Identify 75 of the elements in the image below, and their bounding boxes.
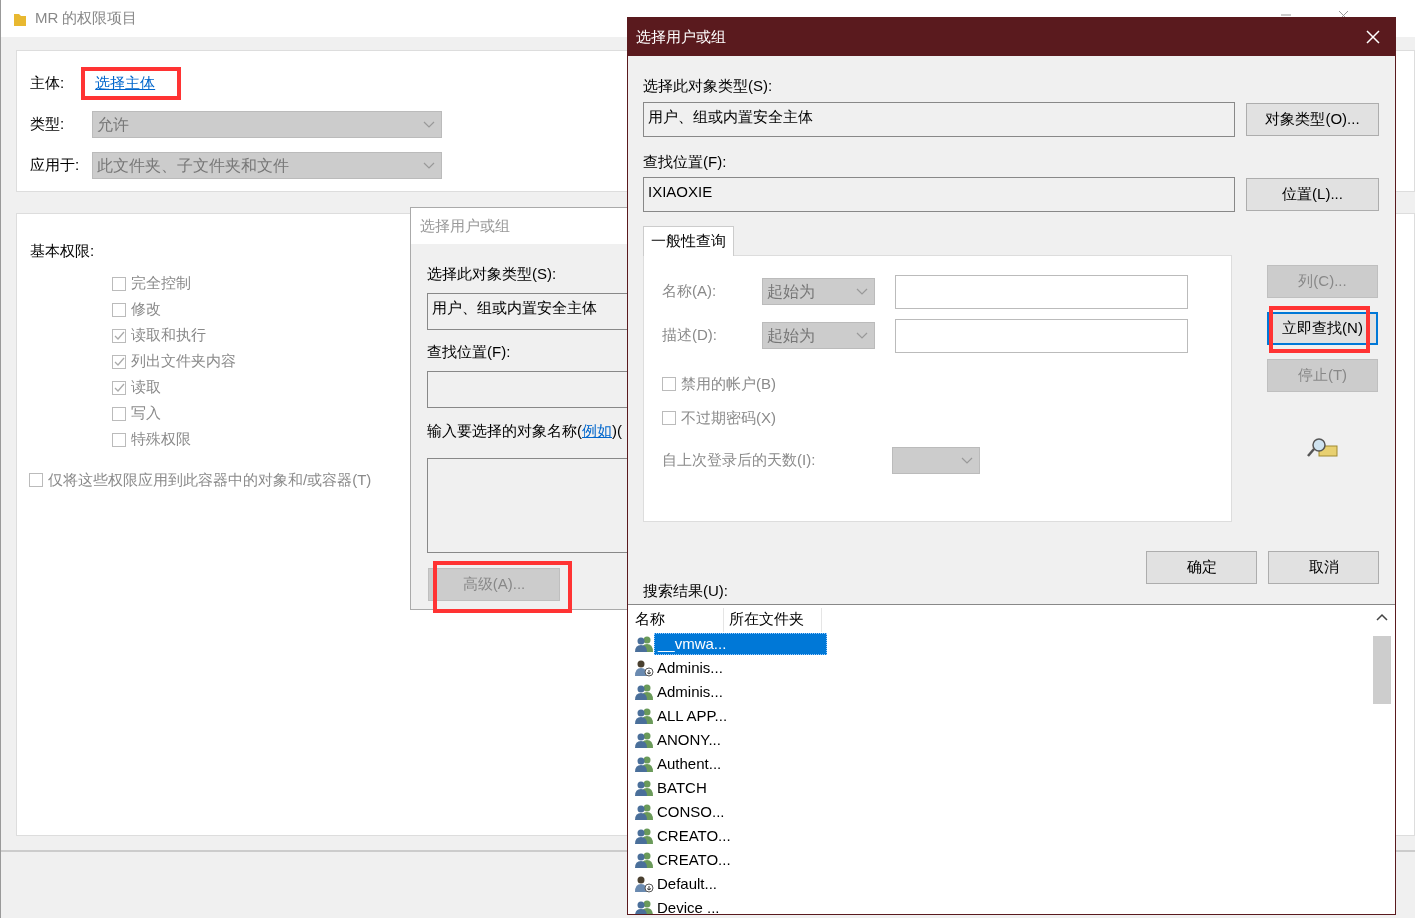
window-title: 选择用户或组: [636, 26, 726, 47]
group-icon: [634, 635, 654, 653]
group-icon: [634, 779, 654, 797]
chevron-down-icon: [961, 456, 974, 464]
result-row[interactable]: CONSO...: [628, 800, 1395, 824]
result-row[interactable]: Device ...: [628, 896, 1395, 914]
user-icon: [634, 659, 654, 677]
checkbox-label: 禁用的帐户(B): [681, 373, 776, 394]
group-icon: [634, 899, 654, 914]
field-label: 选择此对象类型(S):: [643, 76, 774, 96]
checkbox-label: 特殊权限: [131, 429, 191, 450]
checkbox-label: 读取和执行: [131, 325, 206, 346]
object-type-button[interactable]: 对象类型(O)...: [1246, 102, 1379, 136]
group-icon: [634, 851, 654, 869]
result-row[interactable]: CREATO...: [628, 824, 1395, 848]
checkbox-label: 读取: [131, 377, 161, 398]
scroll-up-icon: [1376, 612, 1388, 622]
result-row[interactable]: ANONY...: [628, 728, 1395, 752]
checkbox-label: 不过期密码(X): [681, 408, 776, 428]
object-type-field: 用户、组或内置安全主体: [643, 101, 1235, 137]
group-icon: [634, 827, 654, 845]
check-icon: [113, 383, 125, 392]
results-label: 搜索结果(U):: [643, 580, 729, 601]
chevron-down-icon: [423, 121, 435, 128]
chevron-down-icon: [856, 332, 868, 339]
chevron-down-icon: [856, 288, 868, 295]
examples-link[interactable]: 例如: [582, 422, 612, 439]
group-icon: [634, 803, 654, 821]
checkbox-label: 完全控制: [131, 273, 191, 294]
cancel-button[interactable]: 取消: [1268, 550, 1379, 584]
field-label: 选择此对象类型(S):: [427, 264, 558, 284]
result-row[interactable]: __vmwa...: [628, 632, 1395, 656]
field-label: 查找位置(F):: [427, 341, 512, 362]
checkbox-label: 列出文件夹内容: [131, 351, 236, 372]
column-header[interactable]: 所在文件夹: [724, 608, 822, 632]
result-row[interactable]: Default...: [628, 872, 1395, 896]
result-row[interactable]: CREATO...: [628, 848, 1395, 872]
column-header[interactable]: 名称: [628, 608, 724, 632]
checkbox-label: 修改: [131, 299, 161, 320]
result-row[interactable]: Adminis...: [628, 656, 1395, 680]
result-row[interactable]: BATCH: [628, 776, 1395, 800]
group-icon: [634, 707, 654, 725]
field-label: 应用于:: [30, 155, 81, 176]
checkbox-label: 仅将这些权限应用到此容器中的对象和/或容器(T): [48, 469, 372, 490]
location-field: IXIAOXIE: [643, 177, 1235, 212]
dropdown[interactable]: [892, 446, 981, 474]
text-field[interactable]: [895, 318, 1188, 353]
field-label: 自上次登录后的天数(I):: [662, 449, 816, 470]
field-label: 类型:: [30, 114, 66, 135]
check-icon: [113, 331, 125, 340]
field-label: 查找位置(F):: [643, 151, 728, 172]
location-button[interactable]: 位置(L)...: [1246, 178, 1379, 211]
text-field[interactable]: [895, 274, 1188, 309]
checkbox[interactable]: [662, 376, 676, 391]
field-label: 主体:: [30, 73, 65, 94]
group-icon: [634, 755, 654, 773]
group-icon: [634, 683, 654, 701]
user-icon: [634, 875, 654, 893]
search-icon: [1306, 436, 1339, 458]
result-row[interactable]: ALL APP...: [628, 704, 1395, 728]
section-label: 基本权限:: [30, 241, 95, 261]
result-row[interactable]: Adminis...: [628, 680, 1395, 704]
checkbox-label: 写入: [131, 403, 161, 424]
ok-button[interactable]: 确定: [1146, 550, 1257, 584]
tab[interactable]: 一般性查询: [643, 226, 734, 256]
result-row[interactable]: Authent...: [628, 752, 1395, 776]
window-title: MR 的权限项目: [35, 8, 138, 29]
search-button[interactable]: 立即查找(N): [1267, 312, 1378, 345]
group-icon: [634, 731, 654, 749]
scroll-thumb[interactable]: [1373, 635, 1391, 704]
chevron-down-icon: [423, 162, 435, 169]
check-icon: [113, 357, 125, 366]
checkbox[interactable]: [662, 411, 676, 426]
select-principal-link[interactable]: 选择主体: [95, 72, 156, 95]
close-icon: [1366, 30, 1380, 44]
